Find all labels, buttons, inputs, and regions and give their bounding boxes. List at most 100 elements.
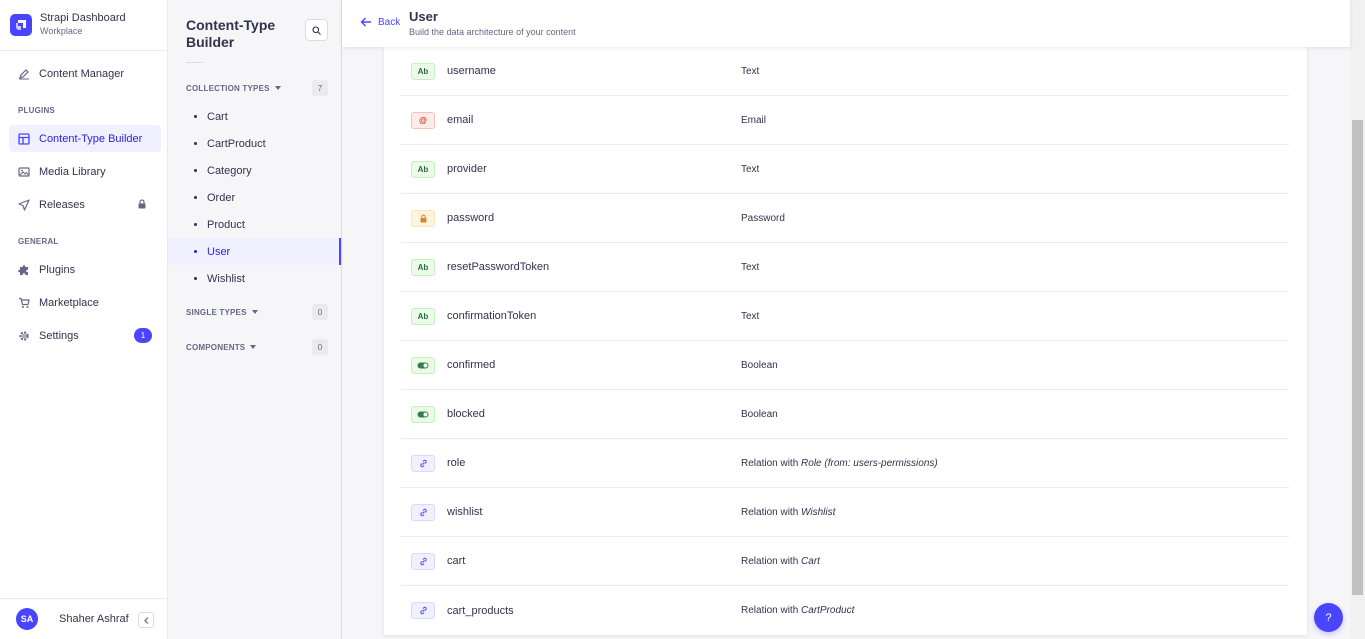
pencil-icon — [18, 68, 30, 80]
user-profile[interactable]: SA Shaher Ashraf — [0, 598, 168, 639]
brand[interactable]: Strapi Dashboard Workplace — [0, 0, 167, 51]
field-name: resetPasswordToken — [447, 261, 550, 273]
page-header: Back User Build the data architecture of… — [342, 0, 1350, 47]
collection-type-label: Cart — [207, 110, 228, 123]
email-type-icon: @ — [411, 111, 435, 129]
nav-media-library[interactable]: Media Library — [9, 158, 161, 185]
table-row[interactable]: @ email Email — [401, 96, 1289, 145]
collection-type-cartproduct[interactable]: CartProduct — [168, 130, 341, 157]
text-type-icon: Ab — [411, 160, 435, 178]
field-type: Text — [741, 262, 759, 273]
toggle-icon — [411, 356, 435, 374]
search-icon — [312, 25, 321, 35]
field-name: password — [447, 212, 495, 224]
nav-settings[interactable]: Settings 1 — [9, 322, 161, 349]
notification-badge: 1 — [134, 328, 152, 343]
field-type: Text — [741, 311, 759, 322]
nav-label: Content-Type Builder — [39, 132, 143, 145]
field-name: confirmed — [447, 359, 496, 371]
table-row[interactable]: confirmed Boolean — [401, 341, 1289, 390]
collapse-nav-button[interactable] — [138, 612, 154, 628]
single-types-toggle[interactable]: SINGLE TYPES 0 — [186, 304, 328, 320]
field-name: role — [447, 457, 466, 469]
nav-label: Media Library — [39, 165, 106, 178]
gear-icon — [18, 330, 30, 342]
field-type-label: Password — [741, 212, 785, 224]
collection-type-wishlist[interactable]: Wishlist — [168, 265, 341, 292]
nav-releases[interactable]: Releases — [9, 191, 161, 218]
field-name: blocked — [447, 408, 485, 420]
table-row[interactable]: Ab username Text — [401, 47, 1289, 96]
relation-target: Cart — [801, 555, 820, 567]
components-toggle[interactable]: COMPONENTS 0 — [186, 339, 328, 355]
section-label: COLLECTION TYPES — [186, 83, 270, 93]
collection-type-label: Category — [207, 164, 252, 177]
caret-down-icon — [251, 310, 258, 314]
table-row[interactable]: Ab resetPasswordToken Text — [401, 243, 1289, 292]
field-name: cart_products — [447, 604, 514, 617]
table-row[interactable]: Ab provider Text — [401, 145, 1289, 194]
collection-types-toggle[interactable]: COLLECTION TYPES 7 — [186, 80, 328, 96]
plugins-section-label: PLUGINS — [18, 106, 55, 115]
nav-content-type-builder[interactable]: Content-Type Builder — [9, 125, 161, 152]
section-label: SINGLE TYPES — [186, 307, 247, 317]
toggle-icon — [411, 405, 435, 423]
link-icon — [411, 503, 435, 521]
nav-label: Settings — [39, 329, 79, 342]
link-icon — [411, 602, 435, 619]
collection-type-label: Wishlist — [207, 272, 245, 285]
collection-type-category[interactable]: Category — [168, 157, 341, 184]
nav-label: Releases — [39, 198, 85, 211]
page-subtitle: Build the data architecture of your cont… — [409, 27, 576, 37]
collection-type-label: User — [207, 245, 231, 258]
field-name: wishlist — [447, 506, 483, 518]
field-type-label: Text — [741, 261, 760, 273]
nav-plugins[interactable]: Plugins — [9, 256, 161, 283]
field-type: Boolean — [741, 409, 778, 420]
help-button[interactable]: ? — [1314, 603, 1343, 632]
field-type: Email — [741, 115, 766, 126]
scrollbar[interactable] — [1350, 0, 1365, 639]
field-type-label: Relation with — [741, 555, 802, 567]
caret-down-icon — [250, 345, 257, 349]
layout-icon — [18, 132, 30, 145]
collection-type-product[interactable]: Product — [168, 211, 341, 238]
table-row[interactable]: Ab confirmationToken Text — [401, 292, 1289, 341]
collection-type-cart[interactable]: Cart — [168, 103, 341, 130]
collection-type-label: Product — [207, 218, 245, 231]
table-row[interactable]: wishlist Relation with Wishlist — [401, 488, 1289, 537]
back-link[interactable]: Back — [360, 16, 400, 28]
text-type-icon: Ab — [411, 62, 435, 80]
field-type: Text — [741, 66, 759, 77]
field-type-label: Text — [741, 65, 760, 77]
table-row[interactable]: password Password — [401, 194, 1289, 243]
page-title: User — [409, 9, 438, 24]
subnav-title: Content-Type Builder — [186, 17, 276, 50]
collection-type-label: Order — [207, 191, 236, 204]
table-row[interactable]: cart_products Relation with CartProduct — [401, 586, 1289, 635]
arrow-left-icon — [360, 17, 371, 27]
collection-type-order[interactable]: Order — [168, 184, 341, 211]
table-row[interactable]: role Relation with Role (from: users-perm… — [401, 439, 1289, 488]
scrollbar-thumb[interactable] — [1352, 120, 1363, 595]
bullet-icon — [194, 142, 197, 145]
user-name: Shaher Ashraf — [59, 613, 129, 625]
paper-plane-icon — [18, 198, 30, 211]
main-content: Ab username Text @ email Email Ab provider Text p… — [342, 47, 1350, 639]
table-row[interactable]: cart Relation with Cart — [401, 537, 1289, 586]
link-icon — [411, 552, 435, 570]
nav-marketplace[interactable]: Marketplace — [9, 289, 161, 316]
content-type-builder-subnav: Content-Type Builder COLLECTION TYPES 7 … — [168, 0, 342, 639]
caret-down-icon — [274, 86, 281, 90]
collection-type-user[interactable]: User — [168, 238, 341, 265]
field-name: email — [447, 114, 474, 126]
search-button[interactable] — [305, 19, 328, 41]
nav-content-manager[interactable]: Content Manager — [9, 60, 161, 87]
nav-label: Marketplace — [39, 296, 99, 309]
bullet-icon — [194, 223, 197, 226]
field-name: cart — [447, 555, 466, 567]
field-type: Relation with Role (from: users-permissi… — [741, 458, 938, 469]
table-row[interactable]: blocked Boolean — [401, 390, 1289, 439]
field-type: Relation with Cart — [741, 556, 820, 567]
field-type: Boolean — [741, 360, 778, 371]
